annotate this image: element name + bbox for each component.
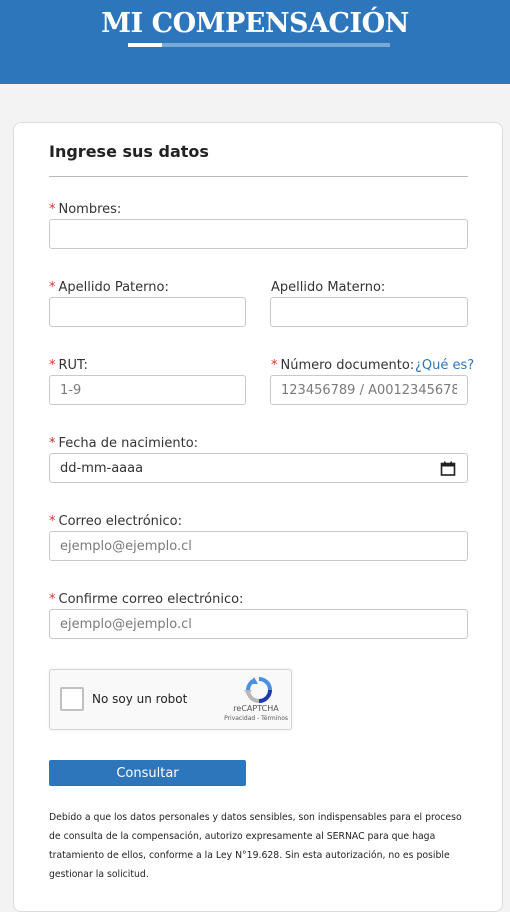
apellido-paterno-input[interactable] [49,297,246,327]
que-es-link[interactable]: ¿Qué es? [415,358,474,373]
nombres-label-text: Nombres: [58,202,122,217]
required-marker: * [49,202,56,217]
apellido-materno-label-text: Apellido Materno: [271,280,386,295]
numero-documento-input[interactable] [270,375,468,405]
page-title: MI COMPENSACIÓN [101,8,409,39]
title-underline [128,43,390,47]
recaptcha-widget: No soy un robot reCAPTCHA Privacidad - T… [49,669,292,730]
disclaimer-text: Debido a que los datos personales y dato… [49,812,462,880]
calendar-icon[interactable] [440,461,456,476]
numero-documento-label: * Número documento: [271,358,414,373]
fecha-nacimiento-label-text: Fecha de nacimiento: [58,436,199,451]
apellido-paterno-label: * Apellido Paterno: [49,280,169,295]
form-divider [49,176,468,177]
required-marker: * [49,436,56,451]
required-marker: * [49,514,56,529]
rut-label: * RUT: [49,358,88,373]
nombres-label: * Nombres: [49,202,121,217]
fecha-nacimiento-input[interactable]: dd-mm-aaaa [49,453,468,483]
recaptcha-checkbox[interactable] [60,687,84,711]
recaptcha-icon [244,677,272,703]
confirmar-correo-input[interactable] [49,609,468,639]
apellido-materno-label: Apellido Materno: [271,280,385,295]
title-underline-accent [128,43,162,47]
numero-documento-label-text: Número documento: [280,358,415,373]
recaptcha-links[interactable]: Privacidad - Términos [210,715,288,722]
form-title: Ingrese sus datos [49,142,209,161]
confirmar-correo-label-text: Confirme correo electrónico: [58,592,244,607]
correo-label-text: Correo electrónico: [58,514,183,529]
correo-input[interactable] [49,531,468,561]
consultar-button[interactable]: Consultar [49,760,246,786]
fecha-nacimiento-value: dd-mm-aaaa [60,461,144,476]
recaptcha-brand: reCAPTCHA [233,704,279,713]
required-marker: * [49,358,56,373]
correo-label: * Correo electrónico: [49,514,182,529]
required-marker: * [271,358,278,373]
rut-input[interactable] [49,375,246,405]
nombres-input[interactable] [49,219,468,249]
fecha-nacimiento-label: * Fecha de nacimiento: [49,436,198,451]
apellido-paterno-label-text: Apellido Paterno: [58,280,169,295]
confirmar-correo-label: * Confirme correo electrónico: [49,592,243,607]
page-header: MI COMPENSACIÓN [0,0,510,84]
required-marker: * [49,592,56,607]
recaptcha-label: No soy un robot [92,692,188,706]
rut-label-text: RUT: [58,358,88,373]
required-marker: * [49,280,56,295]
apellido-materno-input[interactable] [270,297,468,327]
